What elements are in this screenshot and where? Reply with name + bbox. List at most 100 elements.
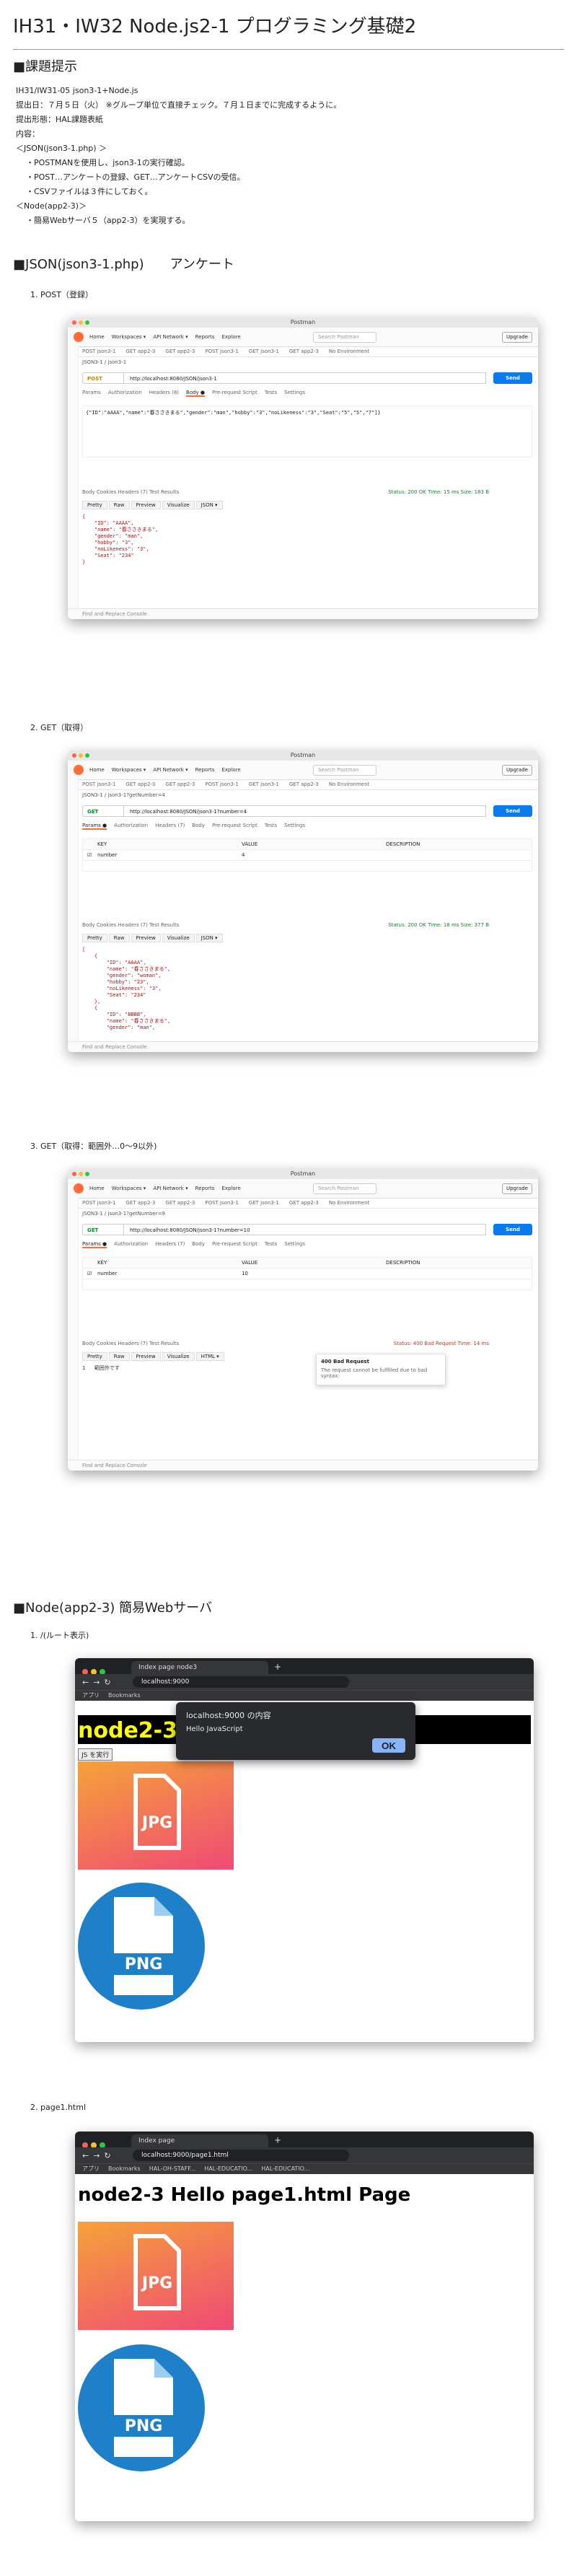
nav-explore[interactable]: Explore bbox=[221, 767, 240, 773]
visualize-button[interactable]: Visualize bbox=[162, 934, 195, 942]
nav-home[interactable]: Home bbox=[89, 334, 105, 340]
bookmark-item[interactable]: HAL-OH-STAFF... bbox=[149, 2165, 195, 2172]
tab[interactable]: GET app2-3 bbox=[165, 349, 195, 354]
pretty-button[interactable]: Pretty bbox=[82, 1352, 107, 1361]
param-key[interactable]: number bbox=[97, 852, 117, 858]
method-select[interactable]: GET bbox=[82, 805, 124, 817]
upgrade-button[interactable]: Upgrade bbox=[502, 1183, 532, 1194]
tab-headers[interactable]: Headers (8) bbox=[149, 390, 179, 395]
nav-workspaces[interactable]: Workspaces ▾ bbox=[112, 334, 146, 340]
pretty-button[interactable]: Pretty bbox=[82, 501, 107, 509]
browser-tab[interactable]: Index page bbox=[131, 2134, 268, 2147]
tab-settings[interactable]: Settings bbox=[284, 1241, 305, 1247]
tab[interactable]: GET app2-3 bbox=[289, 349, 319, 354]
tab-prerequest[interactable]: Pre-request Script bbox=[212, 823, 257, 828]
response-tabs[interactable]: Body Cookies Headers (7) Test Results bbox=[82, 922, 179, 928]
tab-tests[interactable]: Tests bbox=[265, 1241, 277, 1247]
new-tab-icon[interactable]: + bbox=[274, 1662, 281, 1672]
nav-api-network[interactable]: API Network ▾ bbox=[153, 334, 188, 340]
run-js-button[interactable]: JS を実行 bbox=[78, 1748, 113, 1761]
tab[interactable]: POST json3-1 bbox=[205, 1200, 238, 1206]
send-button[interactable]: Send bbox=[493, 372, 532, 384]
tab[interactable]: GET json3-1 bbox=[249, 1200, 279, 1206]
nav-explore[interactable]: Explore bbox=[221, 1186, 240, 1191]
nav-reports[interactable]: Reports bbox=[195, 1186, 215, 1191]
tab-tests[interactable]: Tests bbox=[265, 390, 277, 395]
preview-button[interactable]: Preview bbox=[131, 934, 161, 942]
pretty-button[interactable]: Pretty bbox=[82, 934, 107, 942]
nav-api-network[interactable]: API Network ▾ bbox=[153, 767, 188, 773]
visualize-button[interactable]: Visualize bbox=[162, 501, 195, 509]
tab-body[interactable]: Body bbox=[192, 1241, 205, 1247]
tab-auth[interactable]: Authorization bbox=[114, 823, 148, 828]
tab-body[interactable]: Body ● bbox=[186, 390, 206, 397]
address-bar[interactable]: localhost:9000 bbox=[133, 1676, 349, 1688]
nav-reports[interactable]: Reports bbox=[195, 334, 215, 340]
tab-auth[interactable]: Authorization bbox=[114, 1241, 148, 1247]
address-bar[interactable]: localhost:9000/page1.html bbox=[133, 2150, 349, 2161]
search-input[interactable]: Search Postman bbox=[313, 332, 376, 343]
tab[interactable]: POST json3-1 bbox=[205, 781, 238, 787]
tab-tests[interactable]: Tests bbox=[265, 823, 277, 828]
tab[interactable]: GET app2-3 bbox=[125, 781, 155, 787]
tab-prerequest[interactable]: Pre-request Script bbox=[212, 390, 257, 395]
nav-workspaces[interactable]: Workspaces ▾ bbox=[112, 767, 146, 773]
browser-tab[interactable]: Index page node3 bbox=[131, 1661, 268, 1674]
tab[interactable]: GET app2-3 bbox=[165, 781, 195, 787]
tab[interactable]: POST json3-1 bbox=[205, 349, 238, 354]
upgrade-button[interactable]: Upgrade bbox=[502, 765, 532, 776]
response-tabs[interactable]: Body Cookies Headers (7) Test Results bbox=[82, 1341, 179, 1346]
method-select[interactable]: POST bbox=[82, 372, 124, 384]
tab[interactable]: GET app2-3 bbox=[289, 781, 319, 787]
nav-reports[interactable]: Reports bbox=[195, 767, 215, 773]
bookmark-apps[interactable]: アプリ bbox=[82, 2165, 100, 2172]
nav-arrows-icon[interactable]: ←→↻ bbox=[82, 2151, 115, 2160]
ok-button[interactable]: OK bbox=[372, 1738, 405, 1753]
param-key[interactable]: number bbox=[97, 1271, 117, 1276]
response-tabs[interactable]: Body Cookies Headers (7) Test Results bbox=[82, 489, 179, 495]
tab[interactable]: GET app2-3 bbox=[165, 1200, 195, 1206]
tab-settings[interactable]: Settings bbox=[284, 823, 305, 828]
bookmark-folder[interactable]: Bookmarks bbox=[108, 2165, 141, 2172]
raw-button[interactable]: Raw bbox=[108, 934, 130, 942]
param-value[interactable]: 4 bbox=[242, 852, 245, 858]
checkbox-checked-icon[interactable]: ☑ bbox=[87, 852, 92, 858]
visualize-button[interactable]: Visualize bbox=[162, 1352, 195, 1361]
url-input[interactable]: http://localhost:8080/JSON/json3-1 bbox=[124, 372, 486, 384]
bookmark-folder[interactable]: Bookmarks bbox=[108, 1692, 141, 1699]
send-button[interactable]: Send bbox=[493, 805, 532, 817]
search-input[interactable]: Search Postman bbox=[313, 765, 376, 776]
tab-prerequest[interactable]: Pre-request Script bbox=[212, 1241, 257, 1247]
preview-button[interactable]: Preview bbox=[131, 501, 161, 509]
new-tab-icon[interactable]: + bbox=[274, 2135, 281, 2145]
param-value[interactable]: 10 bbox=[242, 1271, 248, 1276]
tab[interactable]: GET json3-1 bbox=[249, 781, 279, 787]
send-button[interactable]: Send bbox=[493, 1224, 532, 1235]
tab[interactable]: GET app2-3 bbox=[289, 1200, 319, 1206]
tab[interactable]: GET app2-3 bbox=[125, 1200, 155, 1206]
preview-button[interactable]: Preview bbox=[131, 1352, 161, 1361]
tab[interactable]: POST json3-1 bbox=[82, 1200, 115, 1206]
raw-button[interactable]: Raw bbox=[108, 1352, 130, 1361]
search-input[interactable]: Search Postman bbox=[313, 1183, 376, 1194]
tab-auth[interactable]: Authorization bbox=[108, 390, 142, 395]
tab[interactable]: GET json3-1 bbox=[249, 349, 279, 354]
tab-params[interactable]: Params ● bbox=[82, 823, 107, 830]
tab-headers[interactable]: Headers (7) bbox=[155, 1241, 185, 1247]
tab[interactable]: GET app2-3 bbox=[125, 349, 155, 354]
upgrade-button[interactable]: Upgrade bbox=[502, 332, 532, 343]
bookmark-apps[interactable]: アプリ bbox=[82, 1692, 100, 1699]
body-editor[interactable]: {"ID":"AAAA","name":"春ささきまる","gender":"m… bbox=[82, 406, 532, 457]
bookmark-item[interactable]: HAL-EDUCATIO... bbox=[204, 2165, 252, 2172]
environment-select[interactable]: No Environment bbox=[329, 781, 369, 787]
environment-select[interactable]: No Environment bbox=[329, 1200, 369, 1206]
tab-headers[interactable]: Headers (7) bbox=[155, 823, 185, 828]
bookmark-item[interactable]: HAL-EDUCATIO... bbox=[261, 2165, 309, 2172]
environment-select[interactable]: No Environment bbox=[329, 349, 369, 354]
url-input[interactable]: http://localhost:8080/JSON/json3-1?numbe… bbox=[124, 1224, 486, 1235]
tab[interactable]: POST json3-1 bbox=[82, 781, 115, 787]
format-select[interactable]: JSON ▾ bbox=[195, 934, 223, 942]
nav-arrows-icon[interactable]: ←→↻ bbox=[82, 1678, 115, 1687]
tab[interactable]: POST json3-1 bbox=[82, 349, 115, 354]
nav-explore[interactable]: Explore bbox=[221, 334, 240, 340]
